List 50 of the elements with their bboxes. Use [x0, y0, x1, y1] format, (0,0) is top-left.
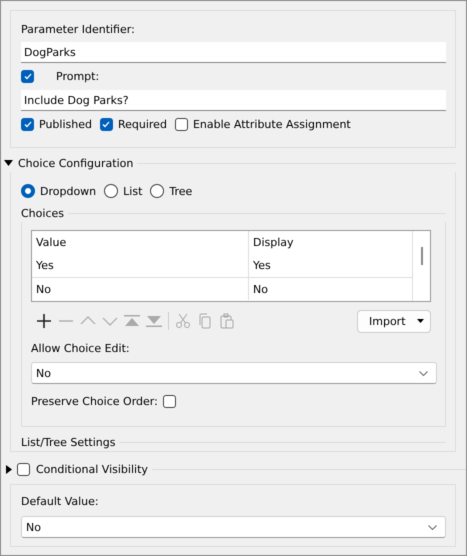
table-cell-text: Yes — [35, 258, 55, 274]
chevron-down-icon — [419, 370, 428, 376]
checkbox[interactable] — [174, 118, 188, 131]
prompt-label: Prompt: — [56, 70, 100, 83]
checkbox[interactable] — [21, 118, 34, 131]
checkbox-label: Published — [39, 118, 92, 131]
minus-icon — [58, 320, 74, 322]
section-title: Conditional Visibility — [36, 462, 148, 476]
checkbox-label: Enable Attribute Assignment — [192, 118, 351, 131]
table-cell: No — [32, 277, 248, 300]
checkmark-icon — [102, 121, 110, 128]
checkmark-icon — [24, 121, 32, 128]
checkbox[interactable] — [21, 70, 34, 83]
group-title: List/Tree Settings — [21, 436, 116, 450]
expanded-triangle-icon[interactable] — [4, 158, 13, 168]
checkbox-label: Preserve Choice Order: — [31, 394, 158, 408]
section-title: Choice Configuration — [18, 156, 134, 170]
field-label: Default Value: — [21, 494, 100, 510]
group-title: Choices — [21, 207, 64, 220]
caret-icon — [417, 319, 424, 324]
radio-label: Tree — [169, 184, 192, 198]
move-to-bottom-icon — [146, 313, 162, 330]
table-cell: No — [248, 277, 412, 300]
default-value-dropdown[interactable]: No — [21, 516, 446, 538]
prompt-field[interactable]: Include Dog Parks? — [21, 90, 446, 111]
checkbox[interactable] — [100, 118, 113, 131]
field-label: Parameter Identifier: — [21, 22, 136, 38]
import-button[interactable]: Import — [357, 310, 431, 333]
column-header[interactable]: Display — [248, 231, 412, 254]
collapsed-triangle-icon[interactable] — [4, 464, 13, 474]
paste-icon — [219, 313, 235, 330]
radio-button[interactable] — [21, 184, 35, 198]
checkbox[interactable] — [17, 462, 30, 476]
table-cell: Yes — [248, 254, 412, 278]
allow-choice-edit-dropdown[interactable]: No — [31, 362, 437, 384]
radio-button[interactable] — [150, 184, 164, 198]
checkmark-icon — [24, 73, 32, 80]
plus-icon — [36, 313, 52, 330]
column-header[interactable]: Value — [32, 231, 248, 254]
radio-label: List — [123, 184, 142, 198]
checkbox[interactable] — [162, 394, 176, 408]
checkbox-label: Required — [118, 118, 167, 131]
scrollbar-thumb[interactable] — [420, 247, 422, 266]
chevron-down-icon — [428, 524, 437, 530]
field-label: Allow Choice Edit: — [31, 341, 131, 358]
scissors-icon — [175, 313, 191, 330]
copy-icon — [197, 313, 213, 330]
radio-button[interactable] — [104, 184, 118, 198]
identifier-field[interactable]: DogParks — [21, 42, 446, 63]
radio-label: Dropdown — [40, 184, 96, 198]
